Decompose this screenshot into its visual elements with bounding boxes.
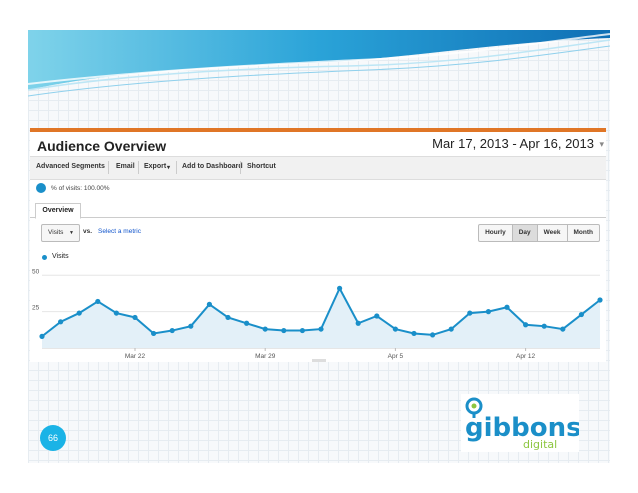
visits-area [42, 288, 600, 348]
gibbons-digital-logo: gibbons digital [461, 394, 579, 452]
data-point [374, 313, 380, 319]
legend-label: Visits [52, 253, 69, 260]
y-tick-label: 50 [32, 268, 40, 275]
data-point [132, 314, 138, 321]
data-point [113, 310, 119, 316]
chevron-down-icon: ▼ [69, 230, 74, 236]
tab-divider [30, 217, 606, 218]
data-point [244, 320, 250, 326]
data-point [299, 327, 305, 334]
data-point [541, 323, 547, 329]
svg-text:digital: digital [523, 438, 557, 451]
page-number: 66 [40, 425, 66, 451]
data-point [523, 322, 529, 328]
report-title: Audience Overview [37, 138, 167, 154]
data-point [58, 319, 64, 325]
export-button[interactable]: Export [144, 163, 166, 170]
vs-label: vs. [83, 228, 93, 235]
data-point [76, 310, 82, 316]
toolbar-divider [138, 161, 139, 174]
toolbar-divider [176, 161, 177, 174]
data-point [560, 326, 566, 332]
granularity-toggle: Hourly Day Week Month [478, 224, 600, 242]
add-to-dashboard-button[interactable]: Add to Dashboard [182, 163, 243, 170]
date-range-selector[interactable]: Mar 17, 2013 - Apr 16, 2013 [432, 136, 594, 151]
data-point [318, 326, 324, 332]
data-point [430, 332, 436, 338]
visits-chart: 50 25 Mar 22 Mar 29 Apr 5 Apr 12 [32, 268, 603, 362]
scroll-handle [312, 359, 326, 362]
select-metric-link[interactable]: Select a metric [98, 228, 141, 235]
x-tick-label: Apr 12 [516, 353, 536, 360]
data-point [206, 301, 212, 307]
month-button[interactable]: Month [566, 224, 600, 242]
data-point [169, 327, 175, 334]
segment-label: % of visits: 100.00% [51, 185, 110, 192]
chart-controls: Visits ▼ vs. Select a metric Hourly Day … [30, 224, 606, 242]
data-point [188, 323, 194, 329]
toolbar-divider [108, 161, 109, 174]
y-tick-label: 25 [32, 305, 40, 312]
toolbar-divider [240, 161, 241, 174]
day-button[interactable]: Day [511, 224, 538, 242]
data-point [95, 298, 101, 305]
slide-banner [28, 30, 610, 97]
data-point [262, 326, 268, 332]
data-point [578, 311, 585, 318]
pie-chart-icon [36, 183, 46, 193]
metric-dropdown[interactable]: Visits ▼ [41, 224, 80, 242]
data-point [151, 330, 157, 337]
x-tick-label: Apr 5 [388, 353, 404, 360]
hourly-button[interactable]: Hourly [478, 224, 513, 242]
tab-overview[interactable]: Overview [35, 203, 81, 219]
report-toolbar: Advanced Segments Email Export ▾ Add to … [30, 156, 606, 180]
metric-dropdown-value: Visits [48, 229, 64, 236]
chevron-down-icon[interactable]: ▾ [167, 164, 170, 171]
analytics-panel: Audience Overview Mar 17, 2013 - Apr 16,… [30, 128, 606, 362]
x-tick-label: Mar 29 [255, 353, 276, 360]
data-point [597, 297, 603, 303]
data-point [39, 333, 45, 339]
data-point [392, 326, 398, 332]
legend-marker [42, 255, 47, 260]
header-accent-bar [30, 128, 606, 132]
svg-text:gibbons: gibbons [465, 413, 579, 443]
data-point [467, 310, 473, 316]
week-button[interactable]: Week [536, 224, 568, 242]
chevron-down-icon[interactable]: ▾ [599, 139, 604, 150]
advanced-segments-button[interactable]: Advanced Segments [36, 163, 105, 170]
data-point [448, 326, 454, 332]
email-button[interactable]: Email [116, 163, 135, 170]
shortcut-button[interactable]: Shortcut [247, 163, 276, 170]
data-point [504, 304, 510, 310]
data-point [281, 327, 287, 334]
data-point [225, 314, 231, 321]
data-point [337, 285, 343, 291]
data-point [411, 330, 417, 337]
x-tick-label: Mar 22 [125, 353, 146, 360]
data-point [485, 309, 491, 315]
data-point [355, 320, 361, 326]
